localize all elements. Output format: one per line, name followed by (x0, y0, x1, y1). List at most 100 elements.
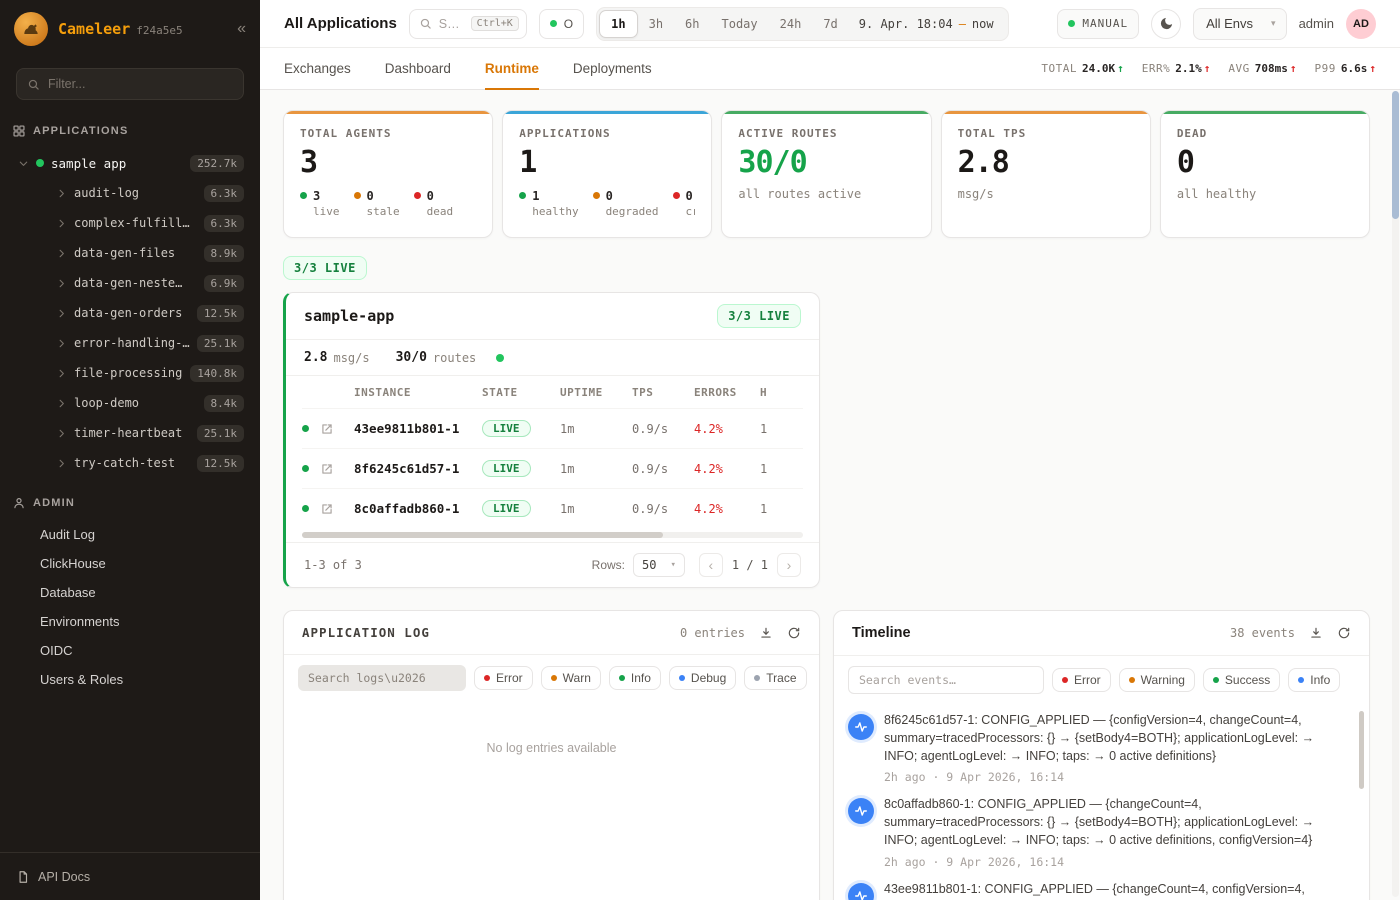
timeline-event: 8c0affadb860-1: CONFIG_APPLIED — {change… (848, 796, 1343, 868)
next-page-button[interactable]: › (777, 553, 801, 577)
log-filter-info[interactable]: Info (609, 666, 661, 690)
sidebar-item-timer-heartbeat[interactable]: timer-heartbeat 25.1k (0, 418, 260, 448)
rows-per-page-select[interactable]: 50▾ (633, 553, 685, 577)
live-overview-badge: 3/3 LIVE (283, 256, 367, 280)
sidebar-item-loop-demo[interactable]: loop-demo 8.4k (0, 388, 260, 418)
substat-healthy: 1healthy (519, 189, 578, 218)
chevron-down-icon: ▾ (1271, 18, 1276, 29)
timeline-filter-error[interactable]: Error (1052, 668, 1111, 692)
count-badge: 6.3k (204, 215, 245, 232)
log-search-input[interactable] (298, 665, 466, 691)
avatar[interactable]: AD (1346, 9, 1376, 39)
refresh-button[interactable] (1337, 626, 1351, 640)
trend-up-icon: ↑ (1369, 62, 1376, 75)
header-metrics: TOTAL24.0K↑ ERR%2.1%↑ AVG708ms↑ P996.6s↑ (1041, 62, 1376, 75)
substat-critical: 0critical (673, 189, 696, 218)
content: TOTAL AGENTS 3 3live 0stale (260, 90, 1400, 900)
download-button[interactable] (1309, 626, 1323, 640)
tab-runtime[interactable]: Runtime (485, 48, 539, 89)
prev-page-button[interactable]: ‹ (699, 553, 723, 577)
sidebar-filter-input[interactable] (48, 77, 233, 91)
time-range-group: 1h 3h 6h Today 24h 7d 9. Apr. 18:04—now (596, 7, 1008, 41)
count-badge: 6.9k (204, 275, 245, 292)
admin-icon (12, 496, 26, 510)
sidebar-item-data-gen-files[interactable]: data-gen-files 8.9k (0, 238, 260, 268)
health-dot (496, 354, 504, 362)
sidebar-item-environments[interactable]: Environments (0, 607, 260, 636)
state-badge: LIVE (482, 420, 531, 437)
instances-table: INSTANCE STATE UPTIME TPS ERRORS H 43ee9… (286, 376, 819, 528)
timeline-filter-warning[interactable]: Warning (1119, 668, 1195, 692)
table-pagination: 1-3 of 3 Rows: 50▾ ‹ 1 / 1 › (286, 542, 819, 587)
status-chip[interactable]: O (539, 9, 584, 39)
activity-icon (848, 798, 874, 824)
external-link-icon (320, 502, 354, 516)
log-filter-error[interactable]: Error (474, 666, 533, 690)
activity-icon (848, 883, 874, 900)
open-instance-button[interactable] (320, 502, 354, 516)
horizontal-scrollbar[interactable] (302, 532, 803, 538)
env-select[interactable]: All Envs ▾ (1193, 8, 1287, 40)
refresh-button[interactable] (787, 626, 801, 640)
state-badge: LIVE (482, 460, 531, 477)
api-docs-link[interactable]: API Docs (0, 852, 260, 900)
count-badge: 6.3k (204, 185, 245, 202)
manual-status-dot (1068, 20, 1075, 27)
time-range-today[interactable]: Today (711, 10, 769, 38)
time-range-6h[interactable]: 6h (674, 10, 710, 38)
tab-dashboard[interactable]: Dashboard (385, 48, 451, 89)
count-badge: 140.8k (190, 365, 244, 382)
timeline-scrollbar[interactable] (1359, 711, 1364, 789)
page-scrollbar[interactable] (1392, 91, 1399, 897)
timeline-search-input[interactable] (848, 666, 1044, 694)
timeline-filter-success[interactable]: Success (1203, 668, 1280, 692)
scrollbar-thumb[interactable] (1392, 91, 1399, 219)
sidebar-item-data-gen-nested[interactable]: data-gen-neste… 6.9k (0, 268, 260, 298)
sidebar-header: Cameleerf24a5e5 « (0, 0, 260, 56)
log-filter-debug[interactable]: Debug (669, 666, 736, 690)
open-instance-button[interactable] (320, 462, 354, 476)
timeline-filter-info[interactable]: Info (1288, 668, 1340, 692)
sidebar-item-complex-fulfillment[interactable]: complex-fulfillm… 6.3k (0, 208, 260, 238)
applications-icon (12, 124, 26, 138)
time-range-7d[interactable]: 7d (812, 10, 848, 38)
chevron-right-icon (56, 218, 67, 229)
scrollbar-thumb[interactable] (302, 532, 663, 538)
sidebar-item-file-processing[interactable]: file-processing 140.8k (0, 358, 260, 388)
tab-deployments[interactable]: Deployments (573, 48, 652, 89)
manual-mode-chip[interactable]: MANUAL (1057, 9, 1139, 39)
stat-card-active-routes: ACTIVE ROUTES 30/0 all routes active (721, 110, 931, 238)
time-range-24h[interactable]: 24h (769, 10, 813, 38)
substat-dead: 0dead (414, 189, 454, 218)
pagination-range: 1-3 of 3 (304, 558, 362, 572)
sidebar-item-oidc[interactable]: OIDC (0, 636, 260, 665)
sidebar-item-database[interactable]: Database (0, 578, 260, 607)
count-badge: 8.9k (204, 245, 245, 262)
moon-icon (1159, 16, 1174, 31)
sidebar-item-error-handling[interactable]: error-handling-… 25.1k (0, 328, 260, 358)
sidebar-item-data-gen-orders[interactable]: data-gen-orders 12.5k (0, 298, 260, 328)
download-button[interactable] (759, 626, 773, 640)
log-filter-warn[interactable]: Warn (541, 666, 601, 690)
open-instance-button[interactable] (320, 422, 354, 436)
sidebar-item-users-roles[interactable]: Users & Roles (0, 665, 260, 694)
chevron-right-icon (56, 338, 67, 349)
brand-suffix: f24a5e5 (136, 24, 182, 37)
time-range-1h[interactable]: 1h (599, 10, 637, 38)
dark-mode-toggle[interactable] (1151, 9, 1181, 39)
tabbar: Exchanges Dashboard Runtime Deployments … (260, 48, 1400, 90)
sidebar-item-audit-log-admin[interactable]: Audit Log (0, 520, 260, 549)
sidebar-collapse-button[interactable]: « (237, 21, 246, 37)
sidebar-item-sample-app[interactable]: sample app 252.7k (0, 148, 260, 178)
sidebar-item-clickhouse[interactable]: ClickHouse (0, 549, 260, 578)
time-range-display[interactable]: 9. Apr. 18:04—now (859, 17, 994, 31)
time-range-3h[interactable]: 3h (638, 10, 674, 38)
table-row: 8f6245c61d57-1 LIVE 1m 0.9/s 4.2% 1 (302, 448, 803, 488)
global-search[interactable]: S… Ctrl+K (409, 9, 527, 39)
tab-exchanges[interactable]: Exchanges (284, 48, 351, 89)
page-title: All Applications (284, 15, 397, 32)
log-filter-trace[interactable]: Trace (744, 666, 806, 690)
substat-stale: 0stale (354, 189, 400, 218)
sidebar-item-audit-log[interactable]: audit-log 6.3k (0, 178, 260, 208)
sidebar-item-try-catch-test[interactable]: try-catch-test 12.5k (0, 448, 260, 478)
